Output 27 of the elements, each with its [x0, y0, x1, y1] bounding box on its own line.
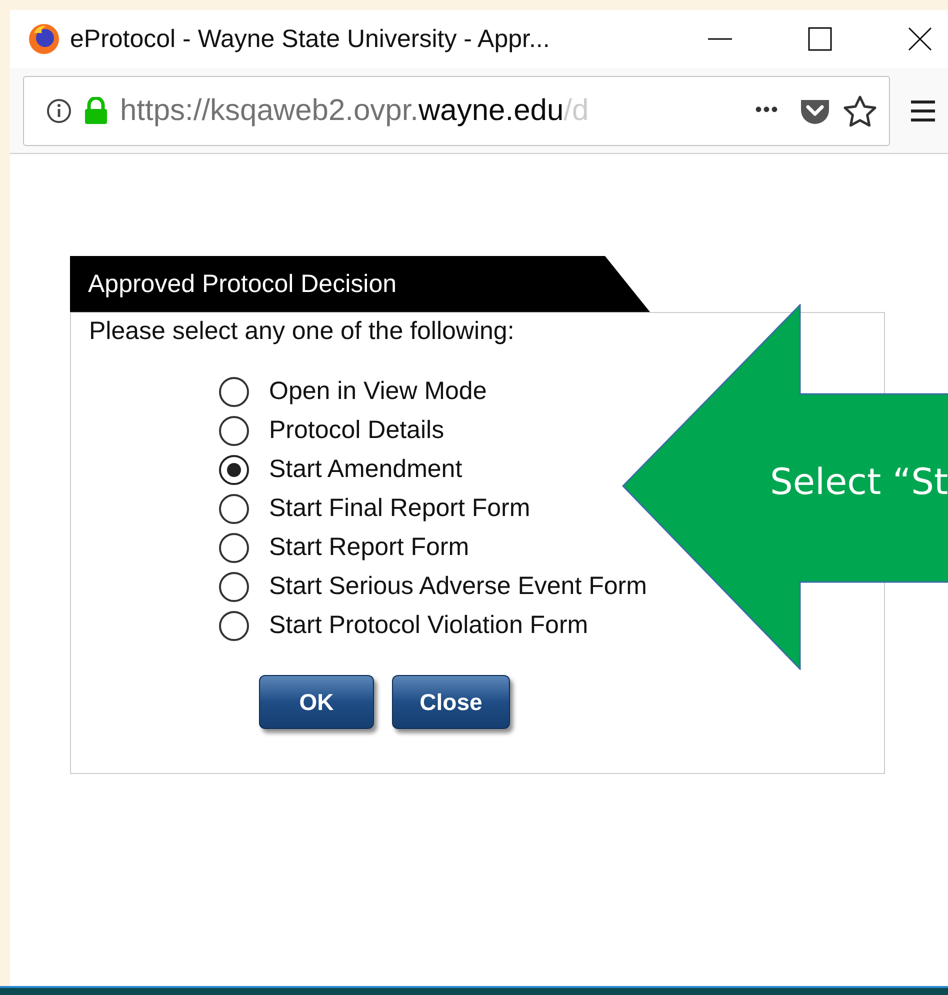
callout-text: Select “St [770, 462, 948, 503]
radio-option[interactable]: Start Final Report Form [219, 491, 530, 526]
radio-button[interactable] [219, 494, 249, 524]
dialog-prompt: Please select any one of the following: [89, 317, 516, 346]
star-icon[interactable] [843, 94, 877, 126]
close-icon[interactable] [908, 27, 932, 51]
maximize-icon[interactable] [808, 27, 832, 51]
radio-button[interactable] [219, 454, 249, 484]
window-title: eProtocol - Wayne State University - Appr... [70, 24, 550, 54]
radio-option[interactable]: Start Serious Adverse Event Form [219, 569, 647, 604]
page-actions-button[interactable]: ••• [754, 99, 779, 122]
radio-button[interactable] [219, 532, 249, 562]
close-button[interactable]: Close [392, 675, 510, 729]
radio-button[interactable] [219, 376, 249, 406]
radio-option[interactable]: Start Protocol Violation Form [219, 608, 588, 643]
radio-option[interactable]: Start Amendment [219, 452, 462, 487]
browser-logo-icon [28, 23, 60, 55]
info-icon[interactable] [46, 98, 72, 124]
radio-option[interactable]: Open in View Mode [219, 374, 487, 409]
radio-button[interactable] [219, 572, 249, 602]
radio-button[interactable] [219, 416, 249, 446]
radio-option[interactable]: Protocol Details [219, 413, 444, 448]
menu-icon[interactable] [910, 98, 936, 122]
radio-option[interactable]: Start Report Form [219, 530, 470, 565]
radio-button[interactable] [219, 610, 249, 640]
lock-icon [84, 96, 108, 124]
ok-button[interactable]: OK [259, 675, 374, 729]
